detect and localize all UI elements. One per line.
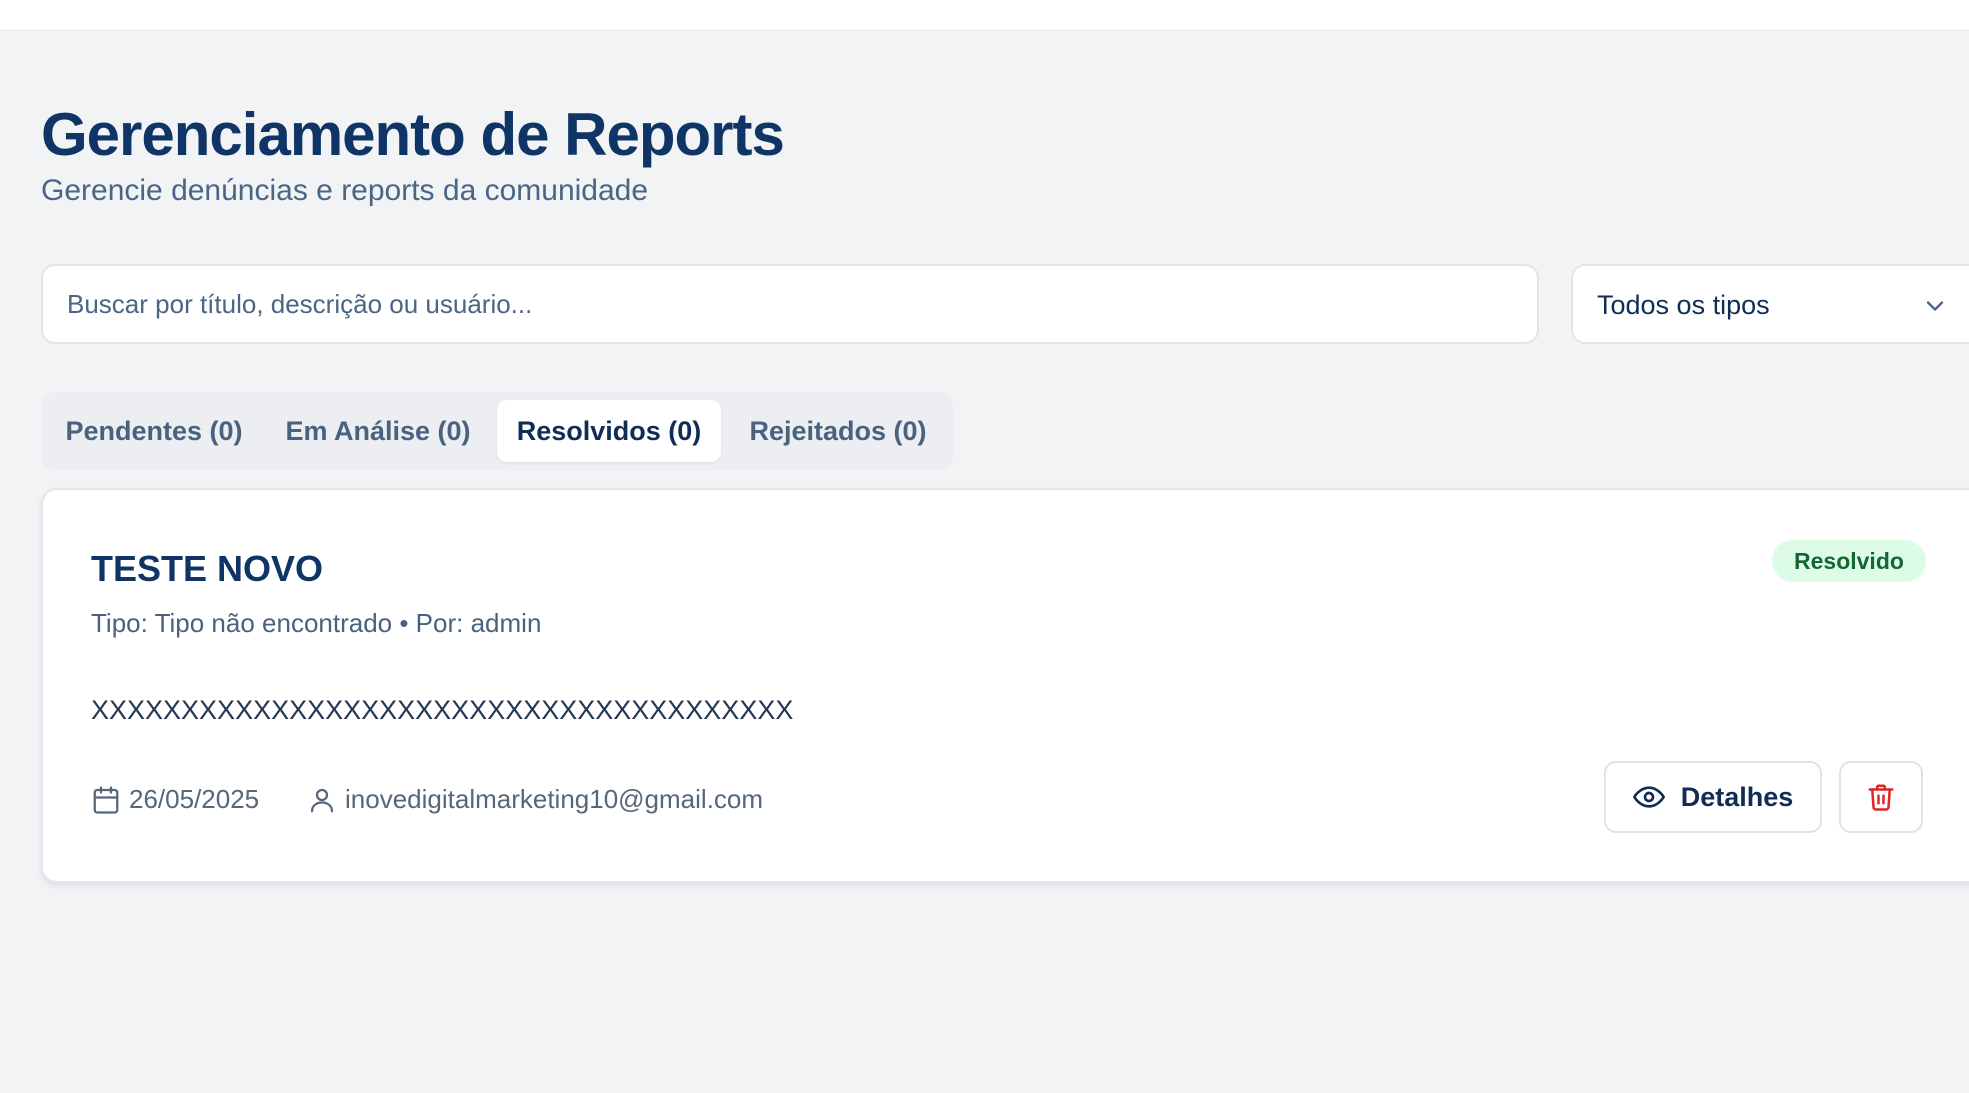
tab-pendentes[interactable]: Pendentes (0) bbox=[49, 400, 259, 462]
chevron-down-icon bbox=[1926, 301, 1944, 311]
status-badge: Resolvido bbox=[1772, 540, 1926, 582]
top-bar bbox=[0, 0, 1969, 31]
page-title: Gerenciamento de Reports bbox=[41, 101, 785, 168]
report-date: 26/05/2025 bbox=[91, 784, 259, 815]
status-tabs: Pendentes (0) Em Análise (0) Resolvidos … bbox=[41, 392, 953, 470]
report-user-email: inovedigitalmarketing10@gmail.com bbox=[345, 784, 764, 814]
tab-rejeitados[interactable]: Rejeitados (0) bbox=[731, 400, 945, 462]
user-icon bbox=[310, 788, 334, 812]
page-subtitle: Gerencie denúncias e reports da comunida… bbox=[41, 174, 649, 207]
tab-em-analise[interactable]: Em Análise (0) bbox=[273, 400, 483, 462]
report-user: inovedigitalmarketing10@gmail.com bbox=[307, 784, 763, 815]
eye-icon bbox=[1632, 786, 1665, 808]
report-title: TESTE NOVO bbox=[91, 548, 324, 589]
tab-resolvidos[interactable]: Resolvidos (0) bbox=[497, 400, 721, 462]
delete-button[interactable] bbox=[1839, 761, 1923, 833]
type-filter-select[interactable]: Todos os tipos bbox=[1571, 264, 1969, 344]
calendar-icon bbox=[93, 785, 119, 814]
details-button-label: Detalhes bbox=[1680, 781, 1794, 812]
report-description: XXXXXXXXXXXXXXXXXXXXXXXXXXXXXXXXXXXXXXX bbox=[91, 695, 794, 725]
search-box bbox=[41, 264, 1539, 344]
details-button[interactable]: Detalhes bbox=[1604, 761, 1822, 833]
search-input[interactable] bbox=[67, 266, 1507, 342]
report-meta: Tipo: Tipo não encontrado • Por: admin bbox=[91, 608, 542, 638]
report-card: TESTE NOVO Resolvido Tipo: Tipo não enco… bbox=[41, 488, 1969, 883]
report-date-value: 26/05/2025 bbox=[129, 784, 260, 814]
type-filter-value: Todos os tipos bbox=[1597, 290, 1770, 320]
trash-icon bbox=[1868, 784, 1894, 811]
